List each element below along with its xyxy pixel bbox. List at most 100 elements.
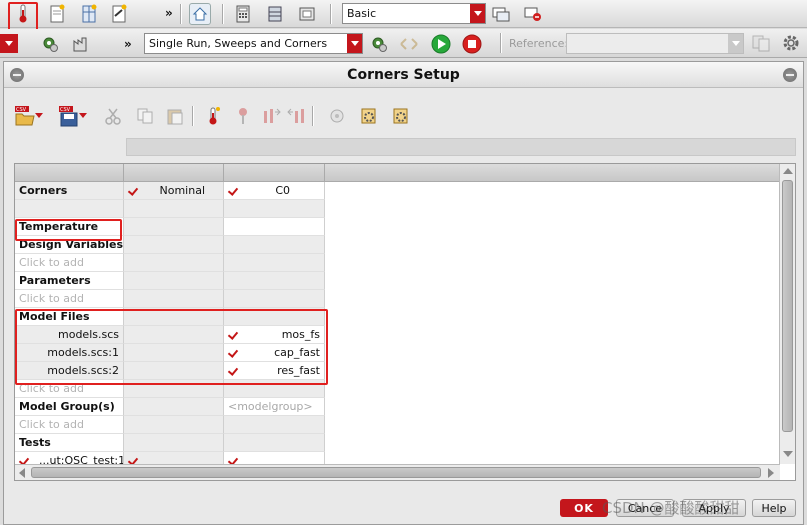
- edit-document-icon[interactable]: [108, 3, 130, 25]
- cell: [15, 200, 124, 218]
- c0-cell[interactable]: [224, 254, 325, 272]
- sweep-back-icon[interactable]: [286, 104, 308, 128]
- model-icon[interactable]: [326, 104, 348, 128]
- spacer-row: [15, 200, 325, 218]
- new-document-icon[interactable]: [46, 3, 68, 25]
- nominal-cell[interactable]: [124, 272, 224, 290]
- reference-combo[interactable]: [566, 33, 744, 54]
- toolbar-separator: [180, 4, 182, 24]
- table-row: Tests: [15, 434, 325, 452]
- paste-icon[interactable]: [164, 104, 186, 128]
- corners-row: Corners Nominal C0: [15, 182, 325, 200]
- scroll-right-icon[interactable]: [768, 468, 774, 478]
- database-icon[interactable]: [264, 3, 286, 25]
- chevron-down-icon[interactable]: [470, 4, 485, 23]
- close-window-icon[interactable]: [522, 3, 544, 25]
- corners-setup-dialog: Corners Setup CSV CSV Corners Nominal C0…: [3, 61, 804, 525]
- toolbar-overflow-chevron[interactable]: »: [165, 6, 173, 20]
- corners-label: Corners: [15, 182, 124, 200]
- chevron-down-icon[interactable]: [78, 104, 88, 128]
- filter-bar: [126, 138, 796, 156]
- config-combo[interactable]: Basic: [342, 3, 486, 24]
- sweep-icon[interactable]: [260, 104, 282, 128]
- corner-nominal[interactable]: Nominal: [124, 182, 224, 200]
- nominal-cell[interactable]: [124, 398, 224, 416]
- stop-icon[interactable]: [461, 33, 483, 55]
- table-row: Click to add: [15, 416, 325, 434]
- corner-name: Nominal: [159, 184, 206, 197]
- click-to-add-cell[interactable]: Click to add: [15, 254, 124, 272]
- home-icon[interactable]: [189, 3, 211, 25]
- nominal-cell[interactable]: [124, 416, 224, 434]
- cut-icon[interactable]: [102, 104, 124, 128]
- toolbar-separator: [500, 33, 502, 53]
- scroll-down-icon[interactable]: [783, 451, 793, 457]
- run-mode-combo[interactable]: Single Run, Sweeps and Corners: [144, 33, 363, 54]
- c0-cell[interactable]: [224, 218, 325, 236]
- corner-c0[interactable]: C0: [224, 182, 325, 200]
- gear-check-icon[interactable]: [368, 33, 390, 55]
- copy-icon[interactable]: [134, 104, 156, 128]
- config-combo-value: Basic: [347, 7, 377, 20]
- minimize-icon[interactable]: [783, 68, 797, 82]
- run-icon[interactable]: [430, 33, 452, 55]
- horizontal-scrollbar[interactable]: [15, 464, 780, 480]
- horizontal-scroll-thumb[interactable]: [31, 467, 761, 478]
- link-icon[interactable]: [398, 33, 420, 55]
- save-csv-icon[interactable]: CSV: [58, 104, 80, 128]
- chevron-down-icon[interactable]: [0, 34, 18, 53]
- settings-gear-alt-icon[interactable]: [390, 104, 412, 128]
- corners-grid: Corners Nominal C0 Temperature Design Var…: [14, 163, 796, 481]
- compare-icon[interactable]: [750, 32, 772, 54]
- gear-run-icon[interactable]: [39, 33, 61, 55]
- column-header: [224, 164, 325, 182]
- c0-cell[interactable]: <modelgroup>: [224, 398, 325, 416]
- c0-cell[interactable]: [224, 272, 325, 290]
- nominal-cell[interactable]: [124, 290, 224, 308]
- factory-icon[interactable]: [70, 33, 92, 55]
- cell: [124, 200, 224, 218]
- gear-icon[interactable]: [780, 32, 802, 54]
- run-toolbar: » Single Run, Sweeps and Corners Referen…: [0, 29, 807, 58]
- highlight-box-model-files: [15, 309, 328, 385]
- nominal-cell[interactable]: [124, 218, 224, 236]
- column-header: [15, 164, 124, 182]
- column-header: [124, 164, 224, 182]
- ok-button[interactable]: OK: [560, 499, 608, 517]
- chevron-down-icon[interactable]: [34, 104, 44, 128]
- nominal-cell[interactable]: [124, 434, 224, 452]
- checkbox-checked-icon[interactable]: [128, 186, 138, 196]
- watermark: CSDN @酸酸酸甜甜: [602, 499, 740, 517]
- help-button[interactable]: Help: [752, 499, 796, 517]
- window-list-icon[interactable]: [490, 3, 512, 25]
- parameter-icon[interactable]: [234, 104, 256, 128]
- click-to-add-cell[interactable]: Click to add: [15, 416, 124, 434]
- scroll-left-icon[interactable]: [19, 468, 25, 478]
- settings-gear-icon[interactable]: [358, 104, 380, 128]
- click-to-add-cell[interactable]: Click to add: [15, 290, 124, 308]
- c0-cell[interactable]: [224, 236, 325, 254]
- svg-text:CSV: CSV: [16, 107, 27, 113]
- c0-cell[interactable]: [224, 434, 325, 452]
- toolbar-separator: [330, 4, 332, 24]
- checkbox-checked-icon[interactable]: [228, 186, 238, 196]
- grid-document-icon[interactable]: [78, 3, 100, 25]
- chevron-down-icon[interactable]: [728, 34, 743, 53]
- nominal-cell[interactable]: [124, 236, 224, 254]
- table-row: Click to add: [15, 254, 325, 272]
- chevron-down-icon[interactable]: [347, 34, 362, 53]
- nominal-cell[interactable]: [124, 254, 224, 272]
- c0-cell[interactable]: [224, 290, 325, 308]
- open-csv-icon[interactable]: CSV: [14, 104, 36, 128]
- calculator-icon[interactable]: [232, 3, 254, 25]
- vertical-scroll-thumb[interactable]: [782, 180, 793, 432]
- c0-cell[interactable]: [224, 416, 325, 434]
- toolbar-overflow-chevron[interactable]: »: [124, 37, 132, 51]
- window-menu-icon[interactable]: [10, 68, 24, 82]
- window-icon[interactable]: [296, 3, 318, 25]
- scroll-up-icon[interactable]: [783, 168, 793, 174]
- toolbar-separator: [192, 106, 194, 126]
- temperature-icon[interactable]: [202, 104, 224, 128]
- corners-setup-icon[interactable]: [12, 3, 34, 25]
- vertical-scrollbar[interactable]: [779, 164, 795, 464]
